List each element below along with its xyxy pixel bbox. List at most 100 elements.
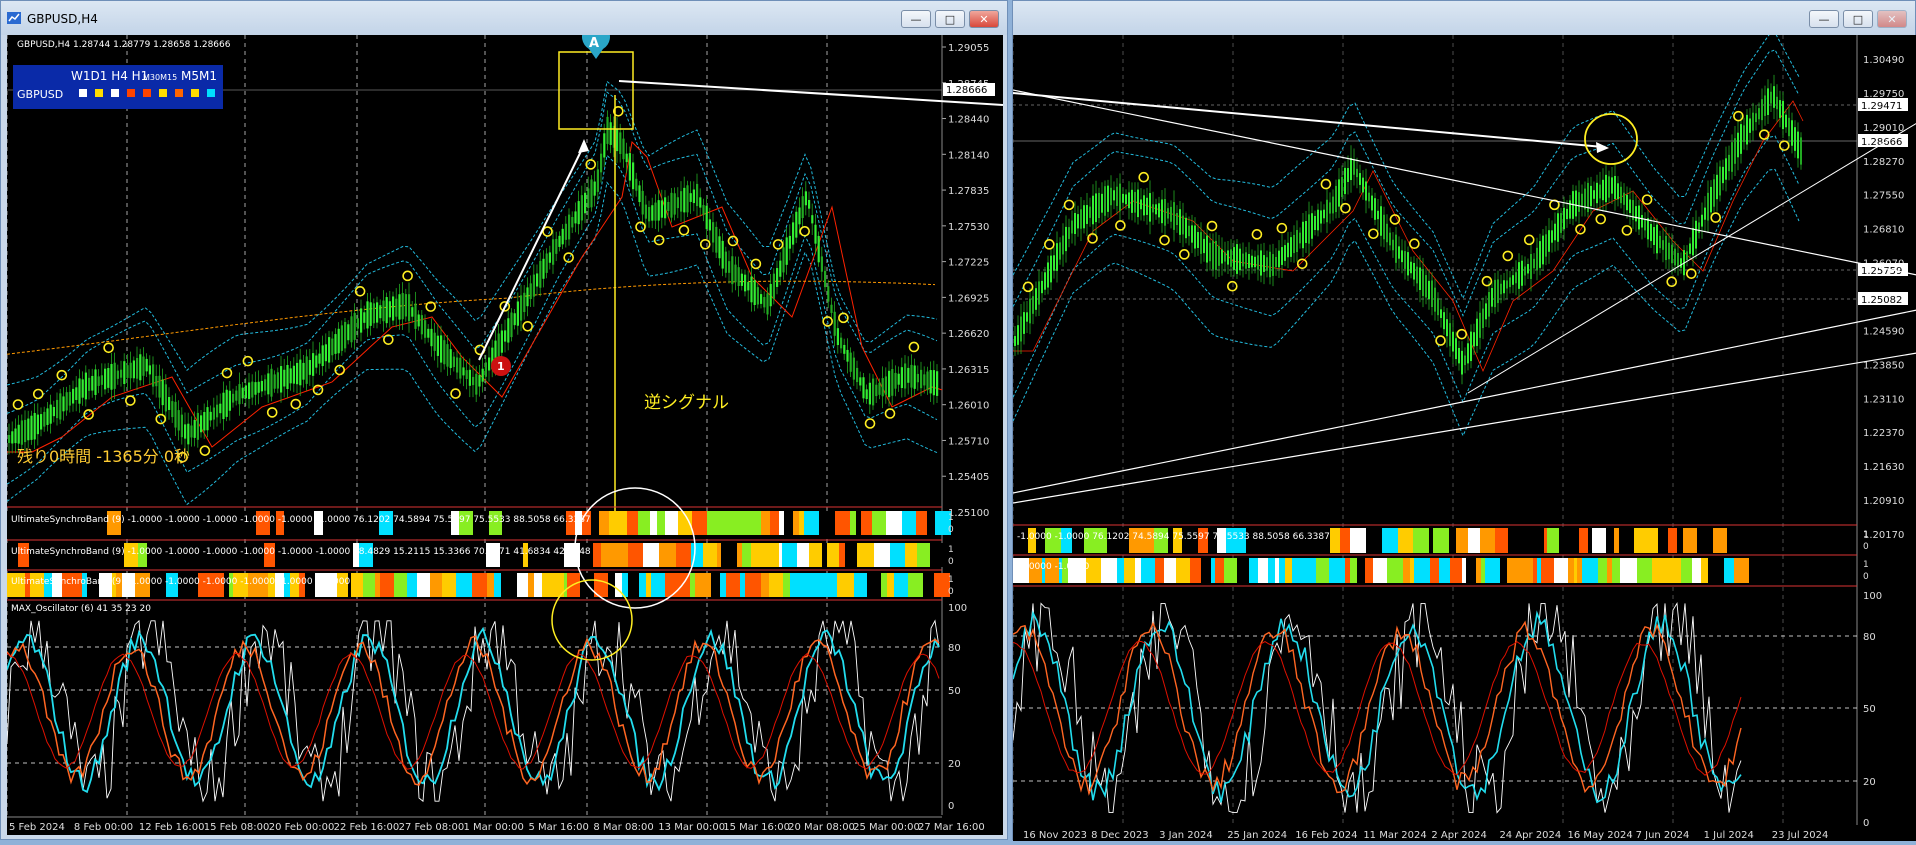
candle-body — [459, 357, 462, 379]
candle-body — [315, 355, 318, 368]
candle-body — [507, 318, 510, 343]
band-axis-0-right: 0 — [1863, 572, 1869, 582]
maximize-button-right[interactable]: □ — [1843, 10, 1873, 28]
price-chart-right[interactable]: 1.304901.297501.290101.282701.275501.268… — [1012, 31, 1916, 841]
arrow-line-right — [1012, 92, 1604, 148]
signal-circle — [242, 355, 254, 367]
band-cell — [517, 573, 528, 597]
candle-body — [472, 376, 475, 386]
candle-body — [203, 412, 206, 431]
close-button[interactable]: ✕ — [969, 10, 999, 28]
candle-body-right — [1125, 194, 1127, 205]
chart-canvas-left[interactable]: 1.290551.287451.284401.281401.278351.275… — [6, 22, 1004, 835]
candle-body — [584, 192, 587, 214]
candle-body — [187, 423, 190, 445]
band-cell-right — [1304, 558, 1316, 583]
mtf-tf-small: M30M15 — [143, 73, 177, 82]
candle-body — [484, 362, 487, 377]
candle-body-right — [1359, 173, 1361, 185]
candle-body-right — [1314, 215, 1316, 231]
signal-circle-right — [1022, 281, 1034, 293]
candle-body — [142, 356, 145, 376]
band-cell — [818, 573, 830, 597]
band-cell-right — [1224, 558, 1237, 583]
candle-body — [30, 415, 33, 440]
candle-body-right — [1701, 214, 1703, 227]
band-cell-right — [1353, 528, 1366, 553]
candle-body — [216, 404, 219, 418]
mtf-dot — [159, 89, 167, 97]
candle-body-right — [1626, 194, 1628, 211]
price-tick-label: 1.26315 — [948, 365, 989, 376]
oscillator-label: MAX_Oscillator (6) 41 35 23 20 — [11, 604, 151, 614]
maximize-button[interactable]: □ — [935, 10, 965, 28]
band-cell — [609, 511, 613, 535]
candle-body — [744, 274, 747, 292]
candle-body-right — [1419, 267, 1421, 291]
signal-circle-right — [1685, 268, 1697, 279]
candle-body — [753, 280, 756, 306]
candle-body — [548, 252, 551, 263]
candle-body-right — [1341, 176, 1343, 198]
candle-body-right — [1779, 100, 1781, 118]
signal-circle-right — [1159, 234, 1170, 246]
candle-body-right — [1077, 214, 1079, 229]
candle-body — [264, 379, 267, 391]
candle-body — [798, 207, 801, 225]
mtf-dot — [127, 89, 135, 97]
band-cell-right — [1135, 558, 1141, 583]
band-cell-right — [1357, 558, 1365, 583]
band-cell — [703, 543, 717, 567]
oscillator-line-white — [6, 619, 940, 803]
band-cell — [793, 511, 799, 535]
candle-body-right — [1503, 280, 1505, 294]
band-cell — [711, 573, 720, 597]
band-cell-right — [1449, 528, 1456, 553]
candle-body-right — [1026, 312, 1028, 322]
candle-body-right — [1107, 185, 1109, 212]
close-button-right[interactable]: ✕ — [1877, 10, 1907, 28]
band-cell — [650, 511, 657, 535]
price-tick-label: 1.25100 — [948, 508, 989, 519]
price-chart-left[interactable]: 1.290551.287451.284401.281401.278351.275… — [6, 22, 1004, 835]
band-cell — [695, 573, 711, 597]
candle-body — [238, 384, 241, 405]
band-cell — [726, 573, 740, 597]
minimize-button-right[interactable]: — — [1809, 10, 1839, 28]
minimize-button[interactable]: — — [901, 10, 931, 28]
title-bar-right[interactable]: — □ ✕ — [1013, 1, 1915, 35]
candle-body-right — [1062, 235, 1064, 255]
time-tick-label: 20 Mar 08:00 — [788, 822, 855, 833]
mtf-dot — [143, 89, 151, 97]
candle-body — [475, 373, 478, 395]
band-cell-right — [1500, 558, 1507, 583]
band-axis-0-right: 0 — [1863, 542, 1869, 552]
band-axis-1-right: 1 — [1863, 530, 1869, 540]
candle-body-right — [1353, 159, 1355, 175]
candle-body — [488, 357, 491, 371]
chart-header-symbol: GBPUSD,H4 1.28744 1.28779 1.28658 1.2866… — [17, 40, 231, 50]
band-cell — [905, 543, 913, 567]
band-cell-right — [1403, 558, 1410, 583]
band-cell-right — [1568, 558, 1574, 583]
candle-body-right — [1695, 220, 1697, 249]
chart-canvas-right[interactable]: 1.30490 1.29750 1.29010 1.28270 1.27550 1.268… — [1012, 31, 1916, 841]
candle-body-right — [1623, 192, 1625, 205]
candle-body-right — [1188, 225, 1190, 237]
candle-body-right — [1245, 252, 1247, 269]
candle-body — [862, 377, 865, 399]
candle-body-right — [1098, 192, 1100, 219]
price-tick-label: 1.26620 — [948, 329, 989, 340]
candle-body-right — [1713, 179, 1715, 207]
title-bar[interactable]: GBPUSD,H4 — □ ✕ — [1, 1, 1007, 35]
band-cell-right — [1544, 528, 1547, 553]
candle-body-right — [1017, 325, 1019, 345]
band-cell — [902, 511, 916, 535]
candle-body-right — [1128, 192, 1130, 209]
chart-window-left[interactable]: GBPUSD,H4 — □ ✕ 1.290551.287451.284401.2… — [0, 0, 1008, 840]
candle-body-right — [1401, 250, 1403, 263]
band-cell-right — [1345, 558, 1350, 583]
candle-body-right — [1437, 298, 1439, 316]
candle-body — [616, 128, 619, 152]
chart-window-right[interactable]: — □ ✕ 1.30490 1.29750 1.29010 1.28270 1.2755… — [1012, 0, 1916, 841]
